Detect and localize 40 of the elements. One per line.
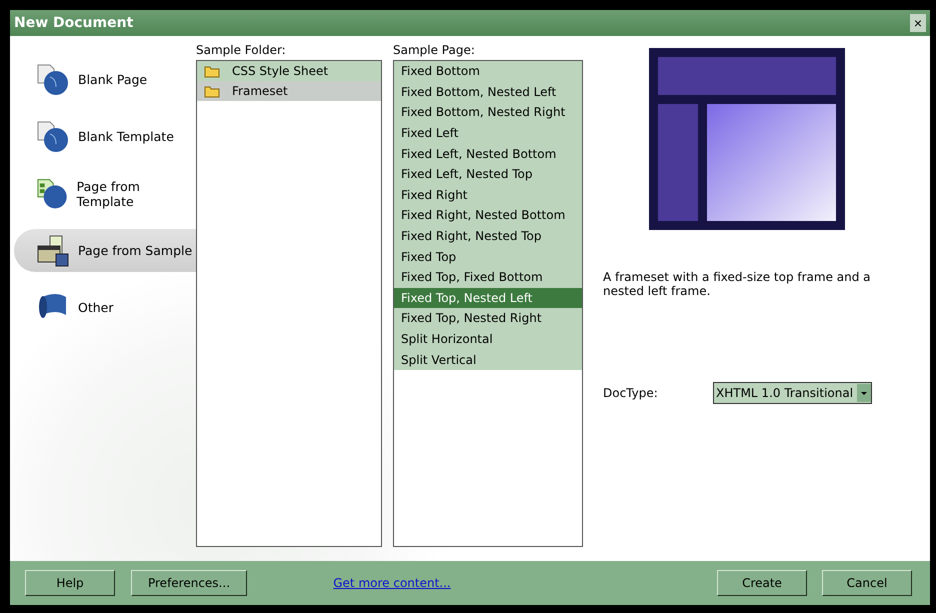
page-item[interactable]: Split Vertical bbox=[394, 349, 582, 370]
page-item[interactable]: Fixed Left, Nested Bottom bbox=[394, 143, 582, 164]
category-item[interactable]: Other bbox=[14, 286, 196, 329]
folder-icon bbox=[204, 64, 220, 78]
page-item[interactable]: Fixed Top, Nested Left bbox=[394, 288, 582, 308]
window-title: New Document bbox=[14, 15, 134, 31]
page-item[interactable]: Fixed Right bbox=[394, 184, 582, 206]
page-item[interactable]: Fixed Bottom, Nested Left bbox=[394, 82, 582, 102]
category-item[interactable]: Blank Page bbox=[14, 58, 196, 101]
template-description: A frameset with a fixed-size top frame and a nested left frame. bbox=[603, 270, 872, 298]
list-label: Sample Page: bbox=[393, 42, 476, 59]
help-button[interactable]: Help bbox=[25, 570, 115, 596]
folder-icon bbox=[204, 84, 220, 98]
page-item[interactable]: Fixed Top, Nested Right bbox=[394, 308, 582, 329]
create-button[interactable]: Create bbox=[717, 570, 807, 596]
close-button[interactable]: × bbox=[910, 14, 926, 32]
page-item[interactable]: Fixed Right, Nested Bottom bbox=[394, 205, 582, 226]
category-item[interactable]: Blank Template bbox=[14, 115, 196, 158]
folder-item[interactable]: CSS Style Sheet bbox=[197, 61, 381, 81]
folder-item[interactable]: Frameset bbox=[197, 81, 381, 101]
page-item[interactable]: Fixed Bottom, Nested Right bbox=[394, 102, 582, 123]
doctype-select[interactable]: XHTML 1.0 Transitional bbox=[713, 382, 872, 404]
document-globe-icon bbox=[36, 62, 70, 96]
list-label: Sample Folder: bbox=[196, 42, 287, 59]
category-item[interactable]: Page from Template bbox=[14, 172, 196, 215]
page-item[interactable]: Fixed Left bbox=[394, 122, 582, 144]
doctype-label: DocType: bbox=[603, 386, 659, 400]
category-item[interactable]: Page from Sample bbox=[14, 229, 196, 272]
page-item[interactable]: Fixed Right, Nested Top bbox=[394, 226, 582, 246]
get-more-content-link[interactable]: Get more content... bbox=[333, 576, 451, 590]
page-item[interactable]: Fixed Top, Fixed Bottom bbox=[394, 266, 582, 288]
page-item[interactable]: Fixed Top bbox=[394, 246, 582, 267]
page-item[interactable]: Split Horizontal bbox=[394, 328, 582, 350]
document-globe-icon bbox=[36, 176, 69, 210]
preferences-button[interactable]: Preferences... bbox=[131, 570, 247, 596]
document-globe-icon bbox=[36, 120, 70, 154]
cancel-button[interactable]: Cancel bbox=[822, 570, 912, 596]
window-documents-icon bbox=[36, 234, 70, 268]
page-item[interactable]: Fixed Bottom bbox=[394, 61, 582, 82]
page-item[interactable]: Fixed Left, Nested Top bbox=[394, 164, 582, 185]
